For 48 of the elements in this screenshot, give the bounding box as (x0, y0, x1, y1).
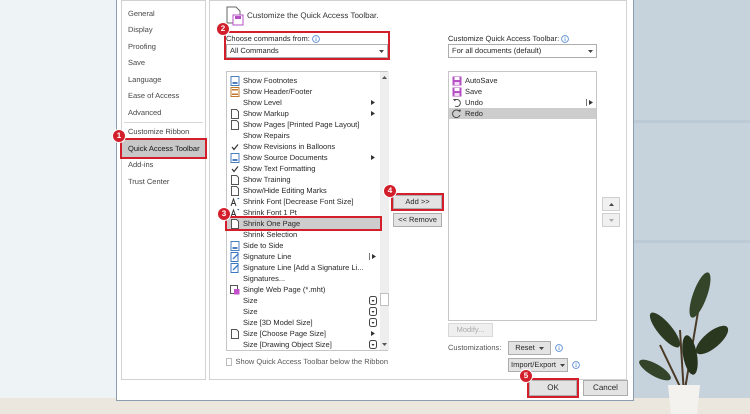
checkbox[interactable] (226, 358, 232, 366)
checkmark-icon (230, 142, 240, 152)
field-icon (368, 318, 376, 327)
ok-button[interactable]: OK (529, 380, 577, 396)
cancel-button[interactable]: Cancel (583, 380, 628, 396)
info-icon (561, 34, 570, 42)
section-title: Customize the Quick Access Toolbar. (247, 10, 378, 22)
document-icon (230, 76, 240, 86)
signature-icon (230, 252, 240, 262)
checkmark-icon (230, 164, 240, 174)
caret-icon (560, 364, 565, 366)
submenu-arrow-icon (370, 111, 374, 116)
info-icon (555, 344, 563, 352)
font-size-icon (230, 196, 240, 206)
caret-icon (379, 50, 384, 52)
undo-icon (452, 98, 462, 108)
scroll-down-icon (380, 341, 388, 348)
info-icon (572, 361, 580, 369)
triangle-down-icon (608, 218, 614, 222)
submenu-arrow-icon (370, 155, 374, 160)
document-icon (230, 86, 240, 96)
web-page-icon (230, 284, 240, 294)
page-icon (230, 218, 240, 228)
document-icon (230, 240, 240, 250)
scrollbar[interactable] (380, 72, 388, 350)
signature-icon (230, 262, 240, 272)
save-icon (452, 86, 462, 96)
step-badge: 3 (217, 207, 231, 221)
split-arrow-icon (586, 99, 592, 106)
split-arrow-icon (369, 253, 376, 260)
document-icon (230, 152, 240, 162)
submenu-arrow-icon (370, 100, 374, 105)
info-icon (312, 34, 320, 42)
scroll-thumb[interactable] (380, 293, 388, 306)
submenu-arrow-icon (370, 331, 374, 336)
save-icon (452, 76, 462, 86)
field-icon (368, 296, 376, 305)
move-up-button[interactable] (602, 197, 620, 211)
caret-icon (588, 50, 593, 52)
customize-toolbar-icon (226, 6, 244, 26)
page-icon (230, 328, 240, 338)
redo-icon (452, 108, 462, 118)
font-size-icon (230, 208, 240, 218)
caret-icon (538, 346, 544, 350)
triangle-up-icon (608, 202, 614, 206)
scroll-up-icon (380, 74, 388, 81)
step-badge: 2 (216, 22, 230, 36)
field-icon (368, 307, 376, 316)
